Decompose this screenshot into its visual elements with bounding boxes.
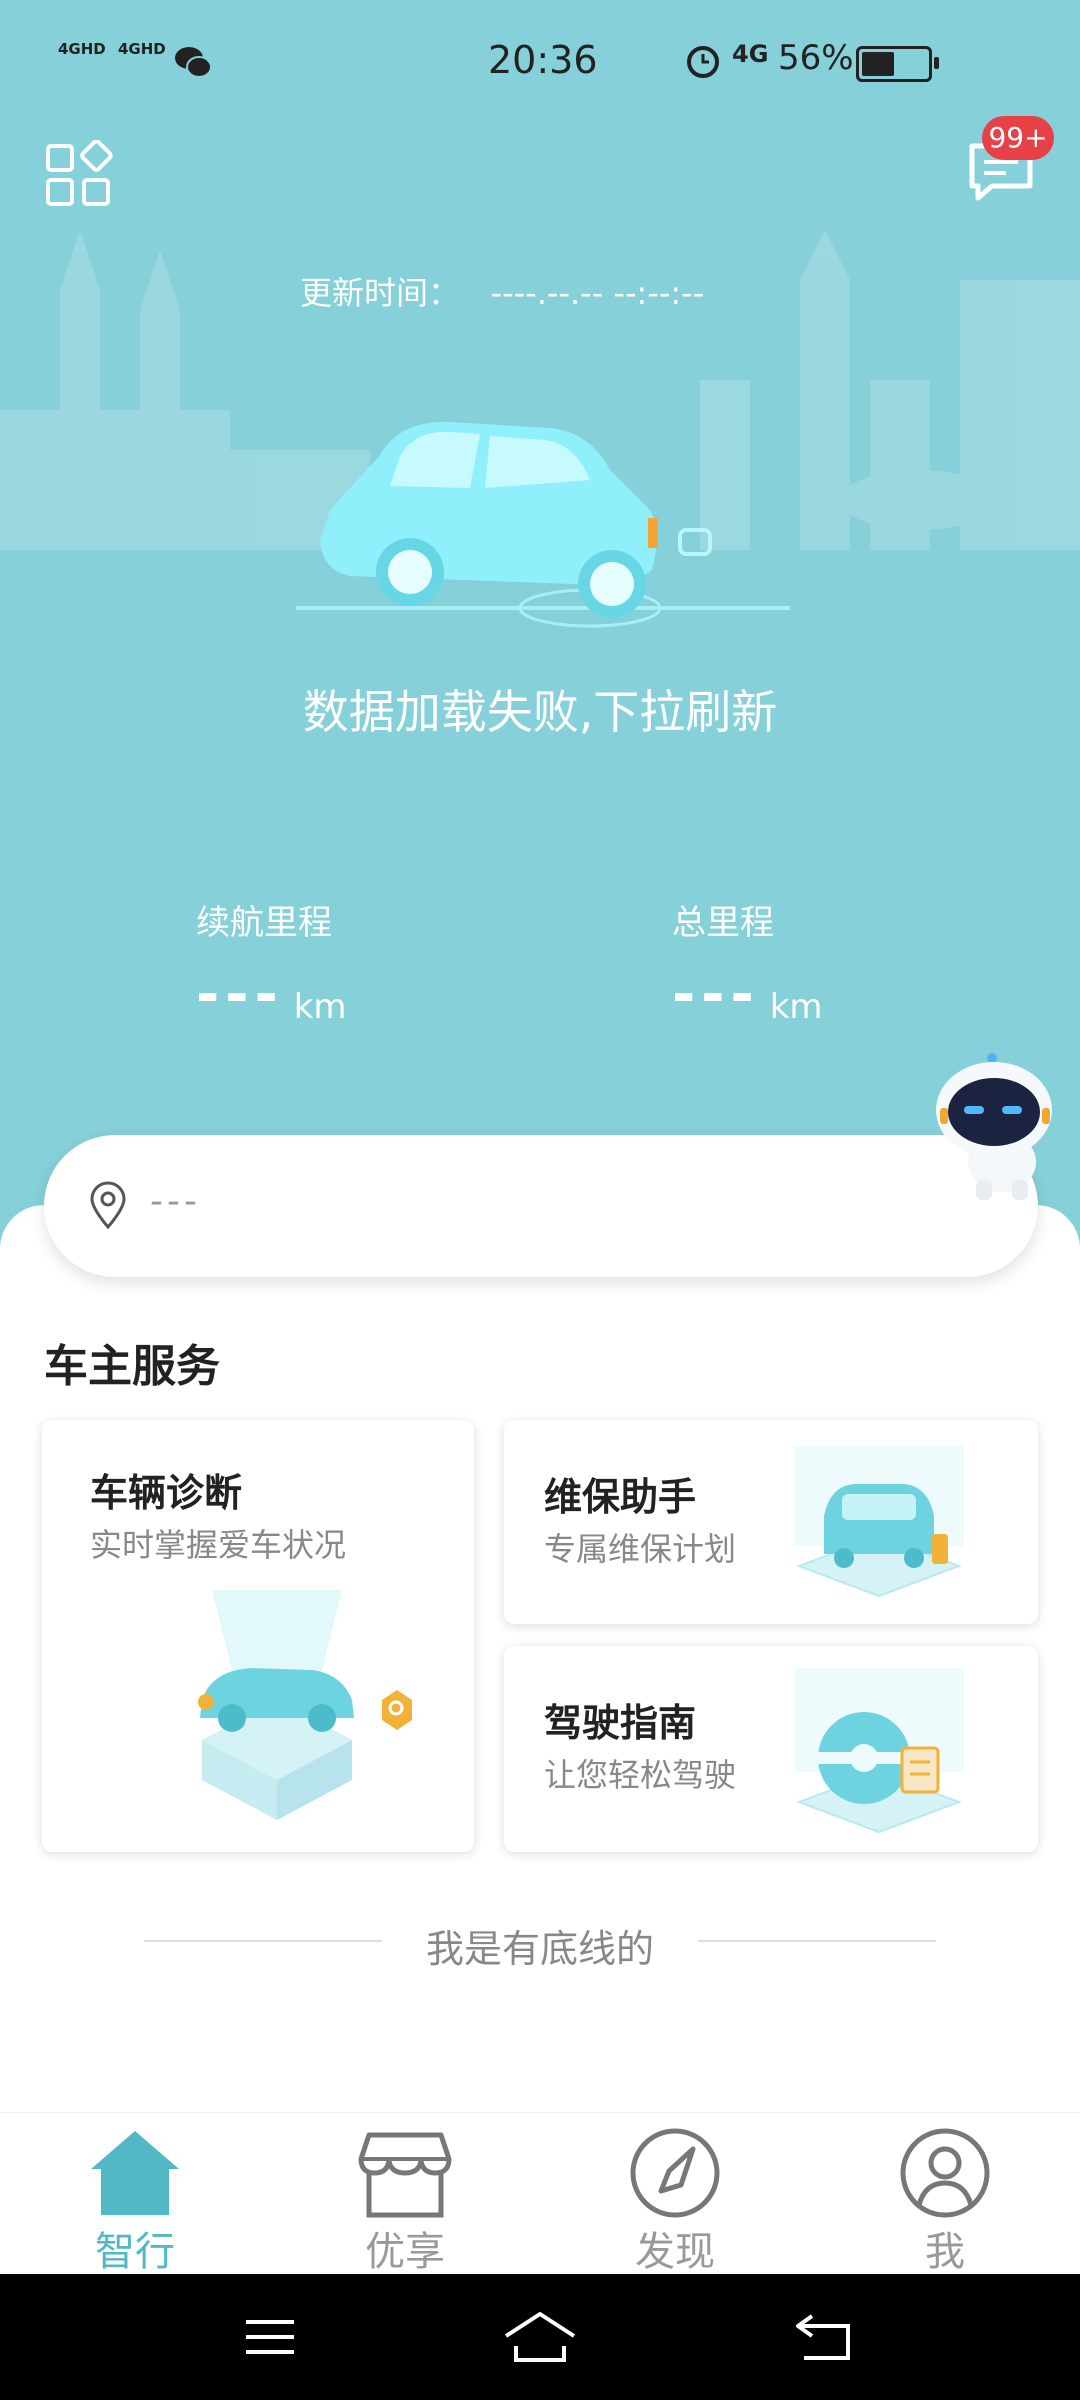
range-label: 续航里程 (196, 903, 332, 943)
signal-label: 4GHD (58, 40, 106, 58)
tab-label: 优享 (365, 2229, 445, 2275)
diagnosis-illustration (198, 1590, 412, 1820)
end-of-list-text: 我是有底线的 (425, 1927, 654, 1971)
total-mileage-value: --- (672, 962, 760, 1027)
home-icon (91, 2131, 179, 2215)
wechat-icon (175, 47, 212, 78)
load-failed-message[interactable]: 数据加载失败,下拉刷新 (0, 676, 1080, 742)
update-time: 更新时间： ----.--.-- --:--:-- (300, 268, 704, 314)
user-icon (900, 2128, 990, 2218)
card-vehicle-diagnosis[interactable]: 车辆诊断 实时掌握爱车状况 (42, 1420, 474, 1852)
card-subtitle: 专属维保计划 (544, 1530, 737, 1568)
back-icon[interactable] (784, 2302, 864, 2372)
bottom-tab-bar: 智行 优享 发现 我 (0, 2112, 1080, 2275)
location-pin-icon (90, 1181, 126, 1230)
message-badge: 99+ (982, 116, 1054, 160)
location-bar[interactable]: --- (44, 1135, 1038, 1277)
tab-me[interactable]: 我 (845, 2113, 1045, 2275)
signal-label: 4GHD (118, 40, 166, 58)
card-subtitle: 让您轻松驾驶 (544, 1756, 737, 1794)
battery-fill (862, 52, 895, 76)
section-title-services: 车主服务 (44, 1341, 220, 1392)
driving-guide-illustration (794, 1668, 964, 1834)
update-time-value: ----.--.-- --:--:-- (490, 274, 705, 312)
status-bar: 4GHD 4GHD 20:36 4G 56% (0, 0, 1080, 120)
tab-label: 发现 (635, 2229, 715, 2275)
range-value: --- (196, 962, 284, 1027)
signal-indicator-1: 4GHD (58, 40, 106, 58)
card-title: 驾驶指南 (544, 1701, 697, 1745)
alarm-icon (687, 46, 719, 78)
total-mileage-unit: km (769, 987, 823, 1027)
location-text: --- (150, 1181, 201, 1222)
compass-icon (630, 2128, 720, 2218)
card-title: 维保助手 (544, 1475, 697, 1519)
status-time: 20:36 (488, 38, 598, 82)
assistant-robot-icon[interactable] (932, 1052, 1072, 1202)
tab-label: 我 (925, 2229, 965, 2275)
tab-smart-travel[interactable]: 智行 (35, 2113, 235, 2275)
range-unit: km (293, 987, 347, 1027)
hero-background: 4GHD 4GHD 20:36 4G 56% 99+ 更新时间： ----.--… (0, 0, 1080, 1250)
store-icon (358, 2132, 452, 2218)
menu-icon[interactable] (230, 2302, 310, 2372)
range-stat: 续航里程 --- km (196, 895, 347, 1027)
home-nav-icon[interactable] (500, 2302, 580, 2372)
total-mileage-label: 总里程 (672, 903, 774, 943)
update-time-label: 更新时间： (300, 274, 461, 312)
card-subtitle: 实时掌握爱车状况 (90, 1526, 347, 1564)
apps-grid-icon[interactable] (44, 140, 114, 210)
card-maintenance-assistant[interactable]: 维保助手 专属维保计划 (504, 1420, 1038, 1624)
card-title: 车辆诊断 (90, 1471, 243, 1515)
car-illustration (296, 421, 790, 628)
battery-percent: 56% (778, 38, 854, 78)
end-of-list-divider: 我是有底线的 (0, 1910, 1080, 1971)
tab-discover[interactable]: 发现 (575, 2113, 775, 2275)
total-mileage-stat: 总里程 --- km (672, 895, 823, 1027)
tab-benefits[interactable]: 优享 (305, 2113, 505, 2275)
network-type: 4G (732, 40, 769, 68)
signal-indicator-2: 4GHD (118, 40, 166, 58)
maintenance-illustration (794, 1446, 964, 1598)
battery-icon (856, 46, 939, 82)
tab-label: 智行 (95, 2229, 175, 2275)
divider-line-right (698, 1940, 936, 1942)
card-driving-guide[interactable]: 驾驶指南 让您轻松驾驶 (504, 1646, 1038, 1852)
system-navigation-bar (0, 2274, 1080, 2400)
